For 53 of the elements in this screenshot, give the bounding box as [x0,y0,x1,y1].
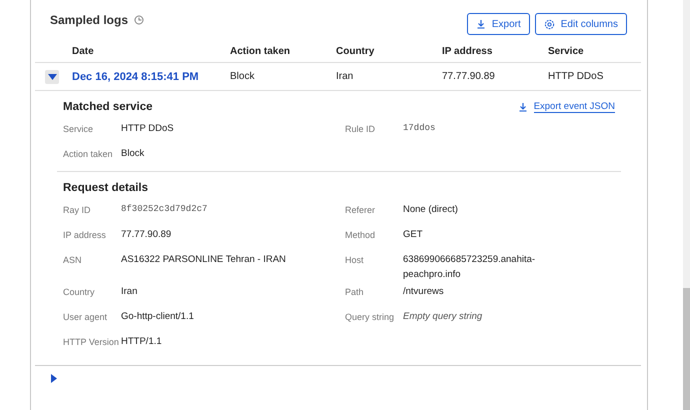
gear-icon [544,18,555,30]
section-title: Sampled logs [50,13,128,27]
field-value: Block [121,147,146,161]
field-label: User agent [63,311,108,324]
export-json-link[interactable]: Export event JSON [518,101,615,113]
field-label: HTTP Version [63,336,120,349]
scrollbar[interactable] [683,0,690,410]
field-value: 8f30252c3d79d2c7 [121,203,208,216]
column-header: Country [336,46,376,56]
field-label: Ray ID [63,204,92,217]
export-button[interactable]: Export [466,13,530,35]
field-label: ASN [63,254,83,267]
field-value: None (direct) [403,203,459,217]
field-label: Query string [345,311,396,324]
field-value: Empty query string [403,310,484,324]
download-icon [518,102,528,112]
field-label: Country [63,286,96,299]
field-value: AS16322 PARSONLINE Tehran - IRAN [121,253,287,267]
expand-toggle[interactable] [45,70,59,84]
field-label: Rule ID [345,123,376,136]
column-header: Date [72,46,95,56]
download-icon [476,19,486,29]
field-label: Referer [345,204,376,217]
field-value: 77.77.90.89 [121,228,172,242]
table-cell-text: Block [230,71,256,82]
column-header: IP address [442,46,494,56]
date-link[interactable]: Dec 16, 2024 8:15:41 PM [72,70,230,82]
section-heading: Request details [63,182,148,194]
field-value: /ntvurews [403,285,445,299]
edit-columns-button[interactable]: Edit columns [534,13,627,35]
field-value: 17ddos [403,122,436,135]
section-heading: Matched service [63,101,152,113]
table-cell-text: 77.77.90.89 [442,71,496,82]
field-value: Iran [121,285,138,299]
table-cell-text: Iran [336,71,354,82]
field-label: Service [63,123,94,136]
field-label: Host [345,254,365,267]
field-label: Method [345,229,376,242]
table-cell-text: HTTP DDoS [548,71,604,82]
field-label: Path [345,286,365,299]
column-header: Action taken [230,46,292,56]
field-value: Go-http-client/1.1 [121,310,195,324]
caret-icon [48,74,56,80]
field-label: Action taken [63,148,114,161]
field-value: HTTP DDoS [121,122,175,136]
field-value: GET [403,228,424,242]
field-label: IP address [63,229,107,242]
field-value: 638699066685723259.anahita-peachpro.info [403,253,536,282]
clock-icon [134,15,144,25]
field-value: HTTP/1.1 [121,335,163,349]
scrollbar-thumb[interactable] [683,288,690,410]
collapsed-caret-icon[interactable] [51,374,57,383]
column-header: Service [548,46,585,56]
